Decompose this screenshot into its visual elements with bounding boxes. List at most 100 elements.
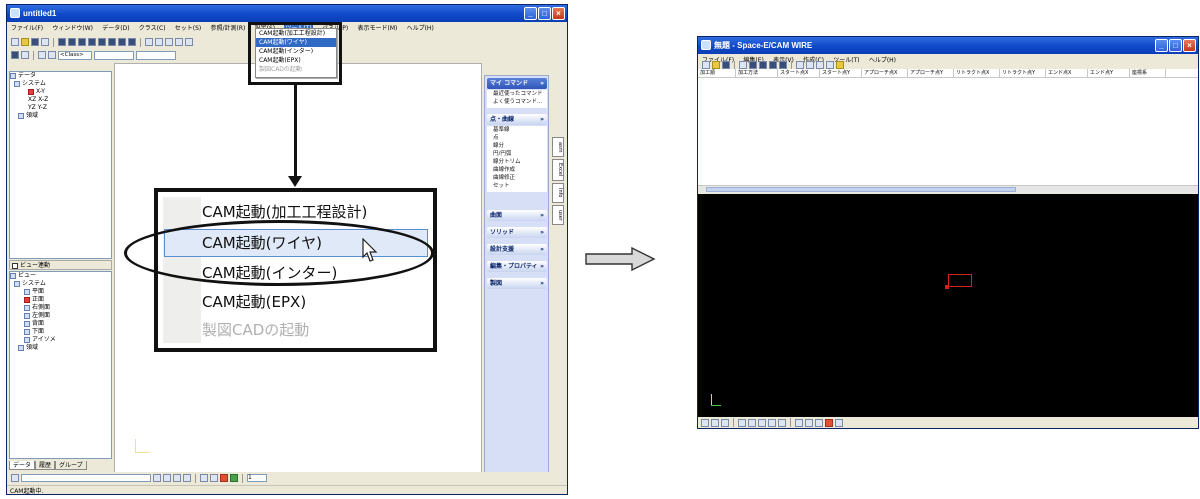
tool-icon[interactable]: [826, 61, 834, 69]
tool-icon[interactable]: [108, 38, 116, 46]
cmd-item[interactable]: 曲線作成: [487, 166, 547, 174]
close-icon[interactable]: ×: [552, 7, 565, 20]
pan-icon[interactable]: [721, 418, 729, 427]
point-curve-header[interactable]: 点・曲線: [487, 114, 547, 125]
tool-icon[interactable]: [779, 61, 787, 69]
data-tree-item[interactable]: XZ X-Z: [10, 96, 111, 104]
design-support-header[interactable]: 設計支援: [487, 244, 547, 255]
view-link-checkbox[interactable]: ビュー連動: [9, 260, 112, 270]
tool-icon[interactable]: [118, 38, 126, 46]
tool-icon[interactable]: [163, 474, 171, 482]
layer-icon[interactable]: [21, 51, 29, 59]
view-tree-item[interactable]: 平面: [10, 288, 111, 296]
open-icon[interactable]: [21, 38, 29, 46]
cmd-item[interactable]: 点: [487, 134, 547, 142]
delete-icon[interactable]: [739, 61, 747, 69]
print-icon[interactable]: [41, 38, 49, 46]
scroll-thumb[interactable]: [706, 187, 1016, 192]
cmd-item[interactable]: 基準線: [487, 126, 547, 134]
col-header[interactable]: スタート点Y: [820, 69, 862, 77]
side-tab-asm[interactable]: asm: [552, 137, 564, 157]
side-tab-excel[interactable]: Excel: [552, 159, 564, 181]
tool-icon[interactable]: [759, 61, 767, 69]
tool-icon[interactable]: [795, 418, 803, 427]
view-icon[interactable]: [738, 418, 746, 427]
play-icon[interactable]: [230, 474, 238, 482]
col-header[interactable]: エンド点X: [1046, 69, 1088, 77]
cam-canvas[interactable]: [698, 194, 1198, 419]
col-header[interactable]: 加工方法: [736, 69, 778, 77]
zoom-icon[interactable]: [711, 418, 719, 427]
menu-set[interactable]: セット(S): [175, 25, 202, 32]
save-icon[interactable]: [722, 61, 730, 69]
new-icon[interactable]: [702, 61, 710, 69]
surface-header[interactable]: 曲面: [487, 210, 547, 221]
data-tree-root[interactable]: データ: [10, 72, 111, 80]
zoom-icon[interactable]: [175, 38, 183, 46]
view-tree-area[interactable]: 領域: [10, 344, 111, 352]
zoom-icon[interactable]: [145, 38, 153, 46]
line-style-combo[interactable]: [94, 50, 134, 60]
move-icon[interactable]: [778, 418, 786, 427]
process-table-body[interactable]: [698, 78, 1198, 191]
tool-icon[interactable]: [210, 474, 218, 482]
page-field[interactable]: 1: [247, 474, 267, 482]
menu-class[interactable]: クラス(C): [139, 25, 166, 32]
col-header[interactable]: エンド点Y: [1088, 69, 1130, 77]
zoom-icon[interactable]: [701, 418, 709, 427]
zoom-item-cam-epx[interactable]: CAM起動(EPX): [202, 288, 306, 316]
zoom-icon[interactable]: [155, 38, 163, 46]
menu-help[interactable]: ヘルプ(H): [407, 25, 434, 32]
cmd-item[interactable]: 曲線修正: [487, 174, 547, 182]
col-header[interactable]: リトラクト点X: [954, 69, 1000, 77]
tool-icon[interactable]: [749, 61, 757, 69]
view-icon[interactable]: [748, 418, 756, 427]
drafting-header[interactable]: 製図: [487, 278, 547, 289]
help-icon[interactable]: [836, 61, 844, 69]
view-tree-item[interactable]: 下面: [10, 328, 111, 336]
line-width-combo[interactable]: [136, 50, 176, 60]
new-icon[interactable]: [11, 38, 19, 46]
tool-icon[interactable]: [128, 38, 136, 46]
menu-measure[interactable]: 参照/計測(R): [211, 25, 246, 32]
command-input[interactable]: [21, 474, 151, 482]
tab-group[interactable]: グループ: [55, 461, 87, 470]
data-tree-system[interactable]: システム: [10, 80, 111, 88]
col-header[interactable]: アプローチ点X: [862, 69, 908, 77]
recent-commands-link[interactable]: 最近使ったコマンド: [487, 90, 547, 98]
cmd-item[interactable]: 線分トリム: [487, 158, 547, 166]
tool-icon[interactable]: [68, 38, 76, 46]
filter-icon[interactable]: [38, 51, 46, 59]
menu-display-mode[interactable]: 表示モード(M): [358, 25, 398, 32]
col-header[interactable]: 加工順: [698, 69, 736, 77]
cmd-item[interactable]: 線分: [487, 142, 547, 150]
tab-history[interactable]: 履歴: [35, 461, 56, 470]
tool-icon[interactable]: [98, 38, 106, 46]
menu-window[interactable]: ウィンドウ(W): [52, 25, 93, 32]
side-tab-info[interactable]: Info: [552, 183, 564, 203]
tool-icon[interactable]: [835, 418, 843, 427]
view-tree-item[interactable]: 背面: [10, 320, 111, 328]
tool-icon[interactable]: [806, 61, 814, 69]
view-tree-item[interactable]: 正面: [10, 296, 111, 304]
tool-icon[interactable]: [825, 418, 833, 427]
tool-icon[interactable]: [153, 474, 161, 482]
horizontal-scrollbar[interactable]: [698, 185, 1198, 193]
tool-icon[interactable]: [816, 61, 824, 69]
maximize-icon[interactable]: □: [1169, 39, 1182, 52]
tool-icon[interactable]: [78, 38, 86, 46]
my-command-header[interactable]: マイ コマンド: [487, 78, 547, 89]
tool-icon[interactable]: [88, 38, 96, 46]
view-tree-root[interactable]: ビュー: [10, 272, 111, 280]
close-icon[interactable]: ×: [1183, 39, 1196, 52]
tool-icon[interactable]: [173, 474, 181, 482]
tool-icon[interactable]: [815, 418, 823, 427]
save-icon[interactable]: [31, 38, 39, 46]
tool-icon[interactable]: [11, 474, 19, 482]
tool-icon[interactable]: [769, 61, 777, 69]
view-tree-item[interactable]: 左側面: [10, 312, 111, 320]
filter-icon[interactable]: [48, 51, 56, 59]
class-combo[interactable]: <Class>: [58, 50, 92, 60]
record-icon[interactable]: [220, 474, 228, 482]
zoom-icon[interactable]: [185, 38, 193, 46]
